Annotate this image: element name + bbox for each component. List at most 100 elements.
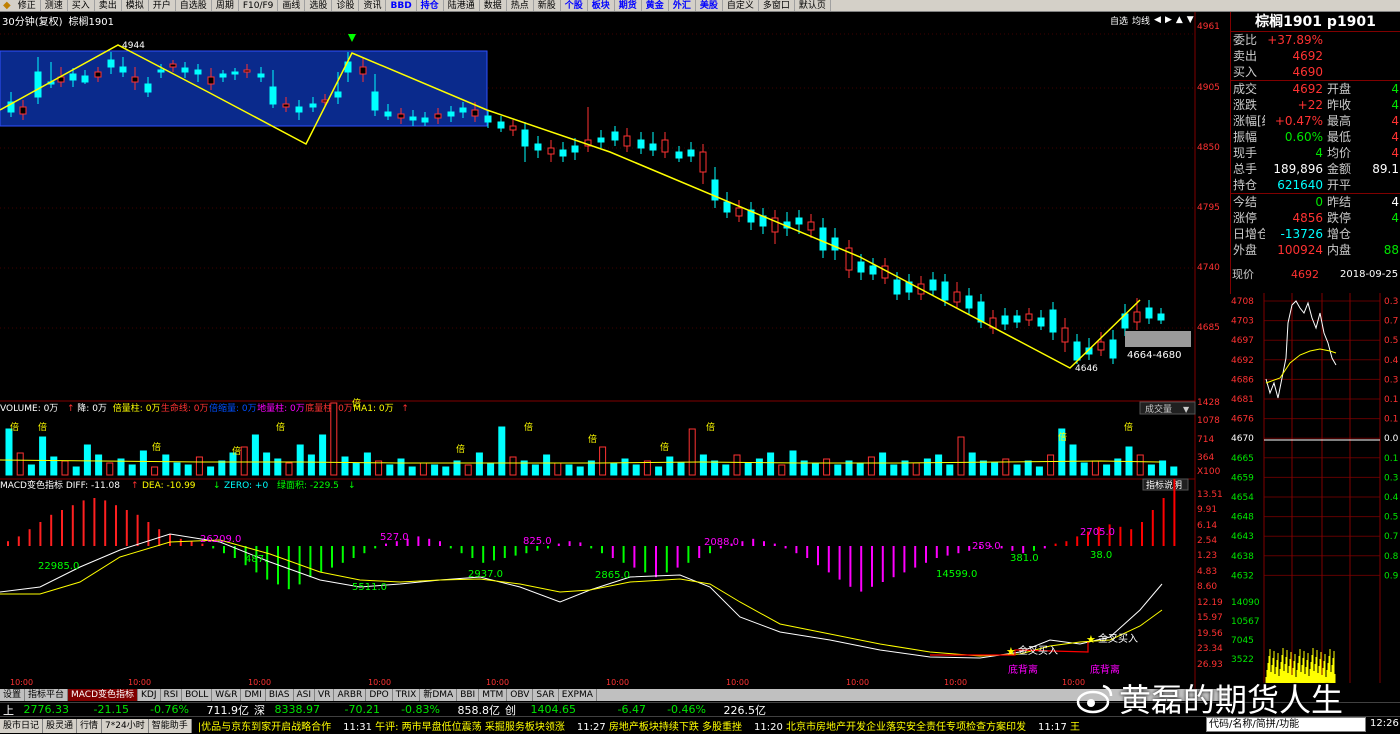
star-icon: ★ (1086, 633, 1096, 646)
quote-cell: 开盘 (1327, 82, 1352, 96)
indicator-tab[interactable]: OBV (507, 689, 534, 701)
toolbar-item[interactable]: 开户 (149, 0, 176, 11)
toolbar-item[interactable]: 自定义 (723, 0, 759, 11)
volume-bar (1013, 464, 1021, 476)
indicator-tab[interactable]: SAR (533, 689, 559, 701)
chart-area[interactable]: 4664-4680 4944 4646 4961 4905 4850 4795 4740… (0, 12, 1230, 689)
indicator-tab[interactable]: 指标平台 (25, 689, 69, 701)
indicator-tab[interactable]: TRIX (393, 689, 421, 701)
buy-arrow-icon (348, 34, 356, 42)
quote-cell: 均价 (1327, 146, 1352, 160)
news-item[interactable]: |优品与京东到家开启战略合作 (192, 718, 337, 733)
toolbar-item[interactable]: 个股 (561, 0, 588, 11)
signal-label: 金叉买入 (1018, 644, 1058, 657)
indicator-tab[interactable]: VR (315, 689, 335, 701)
double-volume-mark: 倍 (456, 443, 465, 455)
volume-bar (856, 462, 864, 476)
toolbar-item[interactable]: 美股 (696, 0, 723, 11)
price-tick: 4740 (1197, 263, 1220, 273)
toolbar-item[interactable]: 陆港通 (444, 0, 480, 11)
indicator-tab[interactable]: BIAS (266, 689, 294, 701)
volume-bar (509, 456, 517, 476)
ticker-nav-button[interactable]: 7*24小时 (102, 718, 149, 733)
indicator-tab[interactable]: DMI (241, 689, 266, 701)
quote-cell: 4 (1391, 211, 1399, 225)
indicator-tab[interactable]: DPO (366, 689, 393, 701)
candle-body (309, 103, 317, 108)
candle-body (521, 129, 529, 147)
toolbar-item[interactable]: F10/F9 (239, 0, 279, 11)
toolbar-item[interactable]: 画线 (278, 0, 306, 11)
toolbar-item[interactable]: 默认页 (795, 0, 831, 11)
minute-pct-tick: 0.5 (1384, 513, 1398, 523)
toolbar-item[interactable]: 新股 (534, 0, 561, 11)
indicator-tab[interactable]: BBI (457, 689, 480, 701)
volume-bar (487, 462, 495, 476)
quote-cell: 621640 (1277, 178, 1323, 192)
toolbar-item[interactable]: BBD (386, 0, 417, 11)
indicator-tab[interactable]: RSI (161, 689, 183, 701)
quote-cell: 现手 (1233, 146, 1258, 160)
minute-price-tick: 4686 (1231, 375, 1254, 385)
toolbar-item[interactable]: 卖出 (95, 0, 122, 11)
news-item[interactable]: 11:31 午评: 两市早盘低位震荡 采掘服务板块领涨 (337, 718, 571, 733)
toolbar-item[interactable]: 热点 (507, 0, 534, 11)
ticker-nav-button[interactable]: 股灵通 (43, 718, 78, 733)
ticker-nav-button[interactable]: 股市日记 (0, 718, 44, 733)
toolbar-item[interactable]: 外汇 (669, 0, 696, 11)
double-volume-mark: 倍 (152, 441, 161, 453)
ticker-nav-button[interactable]: 智能助手 (148, 718, 192, 733)
toolbar-item[interactable]: 选股 (305, 0, 333, 11)
indicator-tab[interactable]: KDJ (138, 689, 161, 701)
candle-body (509, 125, 517, 131)
indicator-tab[interactable]: 新DMA (420, 689, 458, 701)
indicator-tab[interactable]: 设置 (0, 689, 26, 701)
macd-tick: 13.51 (1197, 490, 1223, 500)
toolbar-item[interactable]: 多窗口 (759, 0, 795, 11)
news-item[interactable]: 11:27 房地产板块持续下跌 多股重挫 (571, 718, 748, 733)
volume-bar (83, 444, 91, 476)
indicator-tab[interactable]: ARBR (334, 689, 367, 701)
volume-bar (722, 464, 730, 476)
macd-tick: 26.93 (1197, 660, 1223, 670)
indicator-help-button[interactable]: 指标说明 (1142, 478, 1189, 491)
toolbar-item[interactable]: 数据 (480, 0, 507, 11)
toolbar-item[interactable]: 资讯 (359, 0, 387, 11)
volume-bar (632, 464, 640, 476)
toolbar-item[interactable]: 模拟 (122, 0, 149, 11)
toolbar-item[interactable]: 期货 (615, 0, 642, 11)
indicator-tab[interactable]: W&R (212, 689, 242, 701)
toolbar-arrow-icon[interactable]: ◆ (0, 0, 14, 11)
toolbar-item[interactable]: 测速 (41, 0, 68, 11)
indicator-tab[interactable]: EXPMA (559, 689, 597, 701)
volume-bar (16, 452, 24, 476)
news-item[interactable]: 11:20 北京市房地产开发企业落实安全责任专项检查方案印发 (748, 718, 1032, 733)
quote-row: 持仓 621640 开平 (1231, 177, 1400, 193)
toolbar-item[interactable]: 买入 (68, 0, 95, 11)
toolbar-item[interactable]: 诊股 (332, 0, 360, 11)
indicator-tab[interactable]: ASI (294, 689, 316, 701)
toolbar-item[interactable]: 持仓 (417, 0, 444, 11)
indicator-tab[interactable]: MTM (479, 689, 508, 701)
quote-cell: 昨收 (1327, 98, 1352, 112)
news-item[interactable]: 11:17 王 (1032, 718, 1086, 733)
volume-bar (341, 456, 349, 476)
minute-chart[interactable]: 4708 4703 4697 4692 4686 4681 4676 4670 4665 4659… (1230, 283, 1400, 690)
toolbar-item[interactable]: 板块 (588, 0, 615, 11)
minute-pct-tick: 0.8 (1384, 552, 1399, 562)
toolbar-item[interactable]: 周期 (212, 0, 239, 11)
candle-body (231, 71, 239, 75)
volume-bar (755, 458, 763, 476)
indicator-tab[interactable]: BOLL (182, 689, 213, 701)
volume-dropdown[interactable]: 成交量 ▼ (1139, 401, 1196, 415)
candle-body (534, 143, 542, 151)
toolbar-item[interactable]: 黄金 (642, 0, 669, 11)
price-tick: 4795 (1197, 203, 1220, 213)
toolbar-item[interactable]: 自选股 (176, 0, 212, 11)
zone-label: 4664-4680 (1127, 350, 1182, 361)
indicator-tab[interactable]: MACD变色指标 (68, 689, 139, 701)
ticker-nav-button[interactable]: 行情 (77, 718, 103, 733)
macd-tick: 15.97 (1197, 613, 1223, 623)
search-input[interactable]: 代码/名称/简拼/功能 (1206, 717, 1366, 732)
toolbar-item[interactable]: 修正 (14, 0, 41, 11)
